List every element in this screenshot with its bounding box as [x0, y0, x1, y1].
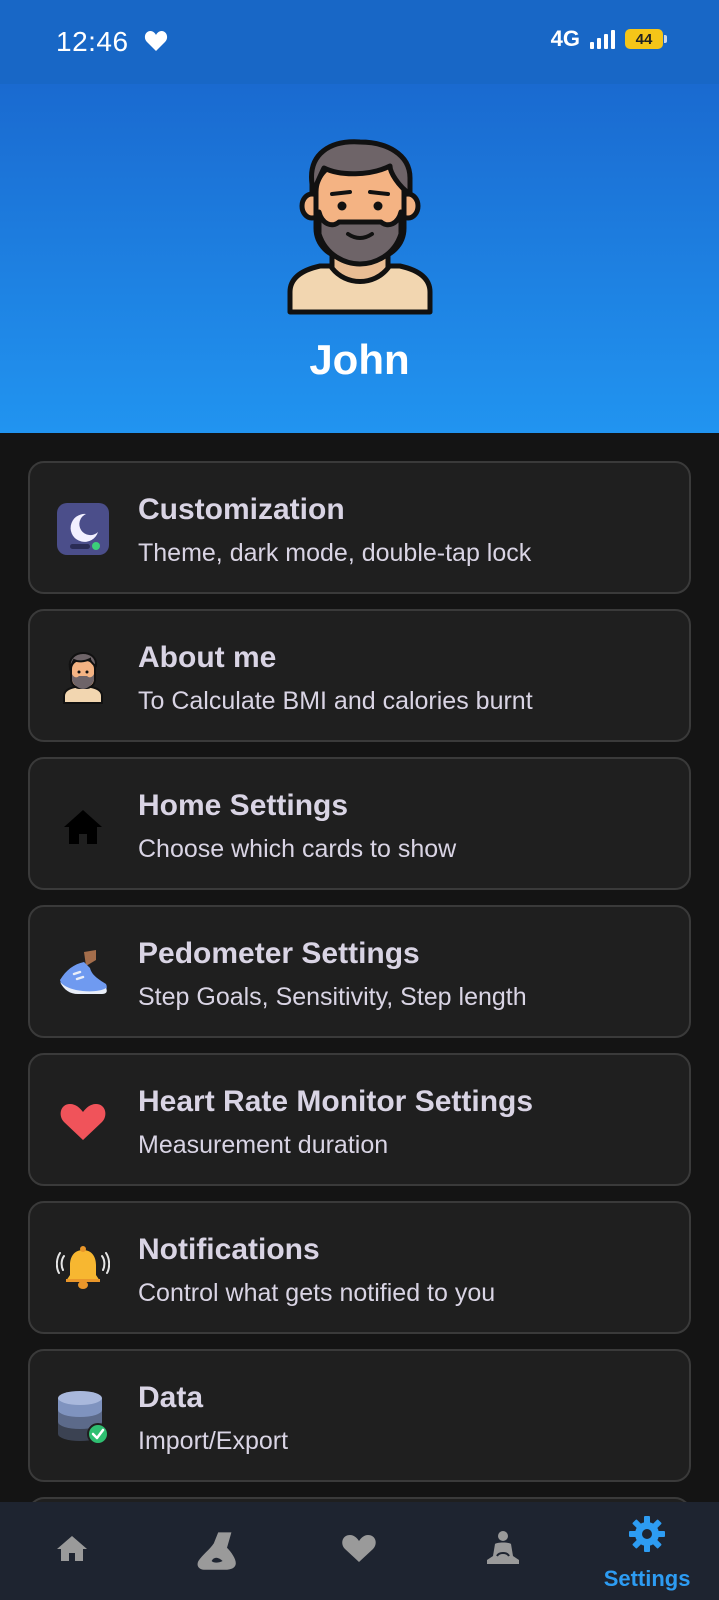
card-subtitle: To Calculate BMI and calories burnt: [138, 687, 533, 715]
pedometer-settings-card[interactable]: Pedometer Settings Step Goals, Sensitivi…: [28, 905, 691, 1038]
customization-card[interactable]: Customization Theme, dark mode, double-t…: [28, 461, 691, 594]
card-title: Notifications: [138, 1233, 320, 1266]
signal-icon: [590, 29, 615, 49]
bell-icon: [56, 1246, 110, 1289]
card-subtitle: Step Goals, Sensitivity, Step length: [138, 983, 527, 1011]
sneaker-icon: [60, 950, 107, 994]
card-subtitle: Control what gets notified to you: [138, 1279, 496, 1307]
footprint-icon: [197, 1532, 236, 1570]
home-settings-card[interactable]: Home Settings Choose which cards to show: [28, 757, 691, 890]
status-time: 12:46: [56, 26, 129, 57]
bottom-nav: Settings: [0, 1502, 719, 1600]
card-title: Data: [138, 1381, 204, 1414]
card-subtitle: Theme, dark mode, double-tap lock: [138, 539, 532, 567]
data-card[interactable]: Data Import/Export: [28, 1349, 691, 1482]
card-subtitle: Measurement duration: [138, 1131, 389, 1159]
meditation-icon: [487, 1531, 520, 1564]
database-icon: [58, 1391, 109, 1444]
profile-header: John: [0, 84, 719, 433]
card-subtitle: Choose which cards to show: [138, 835, 457, 863]
notifications-card[interactable]: Notifications Control what gets notified…: [28, 1201, 691, 1334]
heart-icon: [342, 1535, 377, 1562]
nav-steps[interactable]: [144, 1502, 288, 1600]
card-title: Customization: [138, 493, 345, 526]
theme-moon-icon: [57, 503, 109, 555]
heart-rate-settings-card[interactable]: Heart Rate Monitor Settings Measurement …: [28, 1053, 691, 1186]
avatar-icon: [63, 651, 103, 704]
nav-heart[interactable]: [288, 1502, 432, 1600]
card-title: Home Settings: [138, 789, 349, 822]
card-subtitle: Import/Export: [138, 1427, 289, 1455]
settings-list: Customization Theme, dark mode, double-t…: [28, 461, 691, 1532]
network-type: 4G: [550, 26, 580, 51]
home-icon: [64, 810, 102, 844]
home-icon: [56, 1536, 87, 1561]
heart-icon: [60, 1104, 106, 1140]
status-bar: 12:46 4G 44: [0, 0, 719, 84]
card-title: Heart Rate Monitor Settings: [138, 1085, 534, 1118]
avatar-icon[interactable]: [286, 136, 434, 316]
battery-level: 44: [635, 30, 653, 48]
gear-icon: [629, 1516, 666, 1552]
card-title: Pedometer Settings: [138, 937, 420, 970]
nav-meditation[interactable]: [431, 1502, 575, 1600]
nav-settings-label: Settings: [603, 1566, 691, 1591]
nav-home[interactable]: [0, 1502, 144, 1600]
heart-status-icon: [144, 31, 168, 51]
profile-name: John: [309, 336, 410, 383]
nav-settings[interactable]: Settings: [575, 1502, 719, 1600]
card-title: About me: [138, 641, 277, 674]
battery-icon: 44: [625, 29, 667, 49]
about-me-card[interactable]: About me To Calculate BMI and calories b…: [28, 609, 691, 742]
